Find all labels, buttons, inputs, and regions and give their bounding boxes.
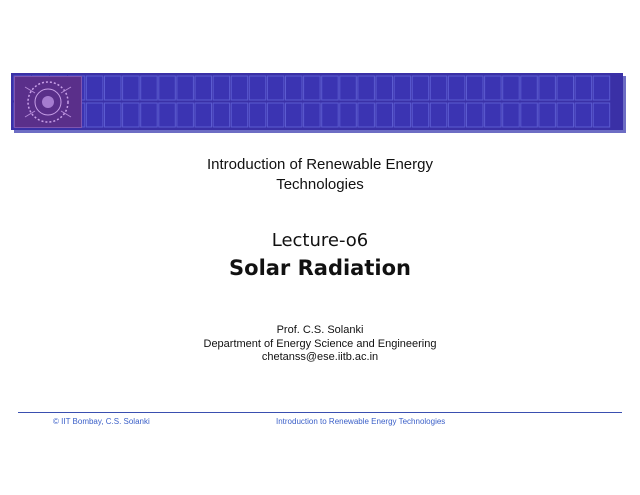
- lecture-number: Lecture-o6: [271, 230, 369, 251]
- footer-divider: [18, 412, 622, 413]
- banner-tile: [520, 102, 538, 128]
- banner-tile: [321, 75, 339, 101]
- banner-tile: [303, 102, 321, 128]
- banner-tile: [85, 102, 104, 128]
- banner-tile: [357, 75, 375, 101]
- banner-tile: [447, 102, 466, 128]
- banner-tile: [176, 102, 194, 128]
- banner-tile: [212, 75, 231, 101]
- banner-tile: [230, 102, 249, 128]
- banner-tile: [411, 75, 430, 101]
- author-name: Prof. C.S. Solanki: [276, 324, 364, 336]
- banner-tile: [393, 75, 412, 101]
- banner-tile: [122, 102, 140, 128]
- footer-course-title: Introduction to Renewable Energy Technol…: [276, 417, 446, 426]
- banner-tile: [592, 75, 611, 101]
- course-title-line-2: Technologies: [276, 176, 364, 193]
- banner-tile: [194, 75, 212, 101]
- banner-tile: [248, 102, 267, 128]
- banner-tile: [158, 102, 176, 128]
- banner-tile: [556, 75, 574, 101]
- banner-tile: [357, 102, 375, 128]
- banner-tile: [285, 75, 303, 101]
- banner-tile: [556, 102, 574, 128]
- footer-copyright: © IIT Bombay, C.S. Solanki: [53, 417, 150, 426]
- banner-tile: [574, 102, 593, 128]
- banner-tile: [104, 102, 122, 128]
- banner-tile: [303, 75, 321, 101]
- banner-tile: [520, 75, 538, 101]
- banner-tile: [266, 75, 285, 101]
- banner-tile: [230, 75, 249, 101]
- banner-tile: [592, 102, 611, 128]
- banner-tile: [176, 75, 194, 101]
- banner-tile: [484, 102, 502, 128]
- banner-tile: [194, 102, 212, 128]
- banner-tile: [266, 102, 285, 128]
- banner-tile: [429, 75, 448, 101]
- banner-tile: [339, 102, 357, 128]
- banner-tile: [574, 75, 593, 101]
- banner-tile-grid: [13, 75, 611, 128]
- banner-tile: [411, 102, 430, 128]
- banner-tile: [321, 102, 339, 128]
- course-title-line-1: Introduction of Renewable Energy: [207, 156, 433, 173]
- banner-tile: [375, 102, 393, 128]
- banner-tile: [502, 75, 520, 101]
- banner-tile: [538, 102, 556, 128]
- banner-tile: [447, 75, 466, 101]
- banner-tile: [502, 102, 520, 128]
- banner-tile: [122, 75, 140, 101]
- banner-tile: [248, 75, 267, 101]
- banner-tile: [393, 102, 412, 128]
- banner-tile: [484, 75, 502, 101]
- banner-tile: [158, 75, 176, 101]
- banner-tile: [466, 75, 484, 101]
- banner-tile: [85, 75, 104, 101]
- banner-tile: [538, 75, 556, 101]
- author-department: Department of Energy Science and Enginee…: [203, 338, 437, 350]
- lecture-topic: Solar Radiation: [229, 256, 411, 280]
- iit-bombay-emblem-icon: [14, 76, 82, 128]
- banner-tile: [466, 102, 484, 128]
- banner-tile: [285, 102, 303, 128]
- header-banner: [11, 73, 623, 130]
- banner-tile: [104, 75, 122, 101]
- banner-tile: [375, 75, 393, 101]
- banner-tile: [212, 102, 231, 128]
- banner-tile: [140, 75, 158, 101]
- banner-tile: [429, 102, 448, 128]
- author-email: chetanss@ese.iitb.ac.in: [261, 351, 379, 363]
- banner-tile: [140, 102, 158, 128]
- banner-tile: [339, 75, 357, 101]
